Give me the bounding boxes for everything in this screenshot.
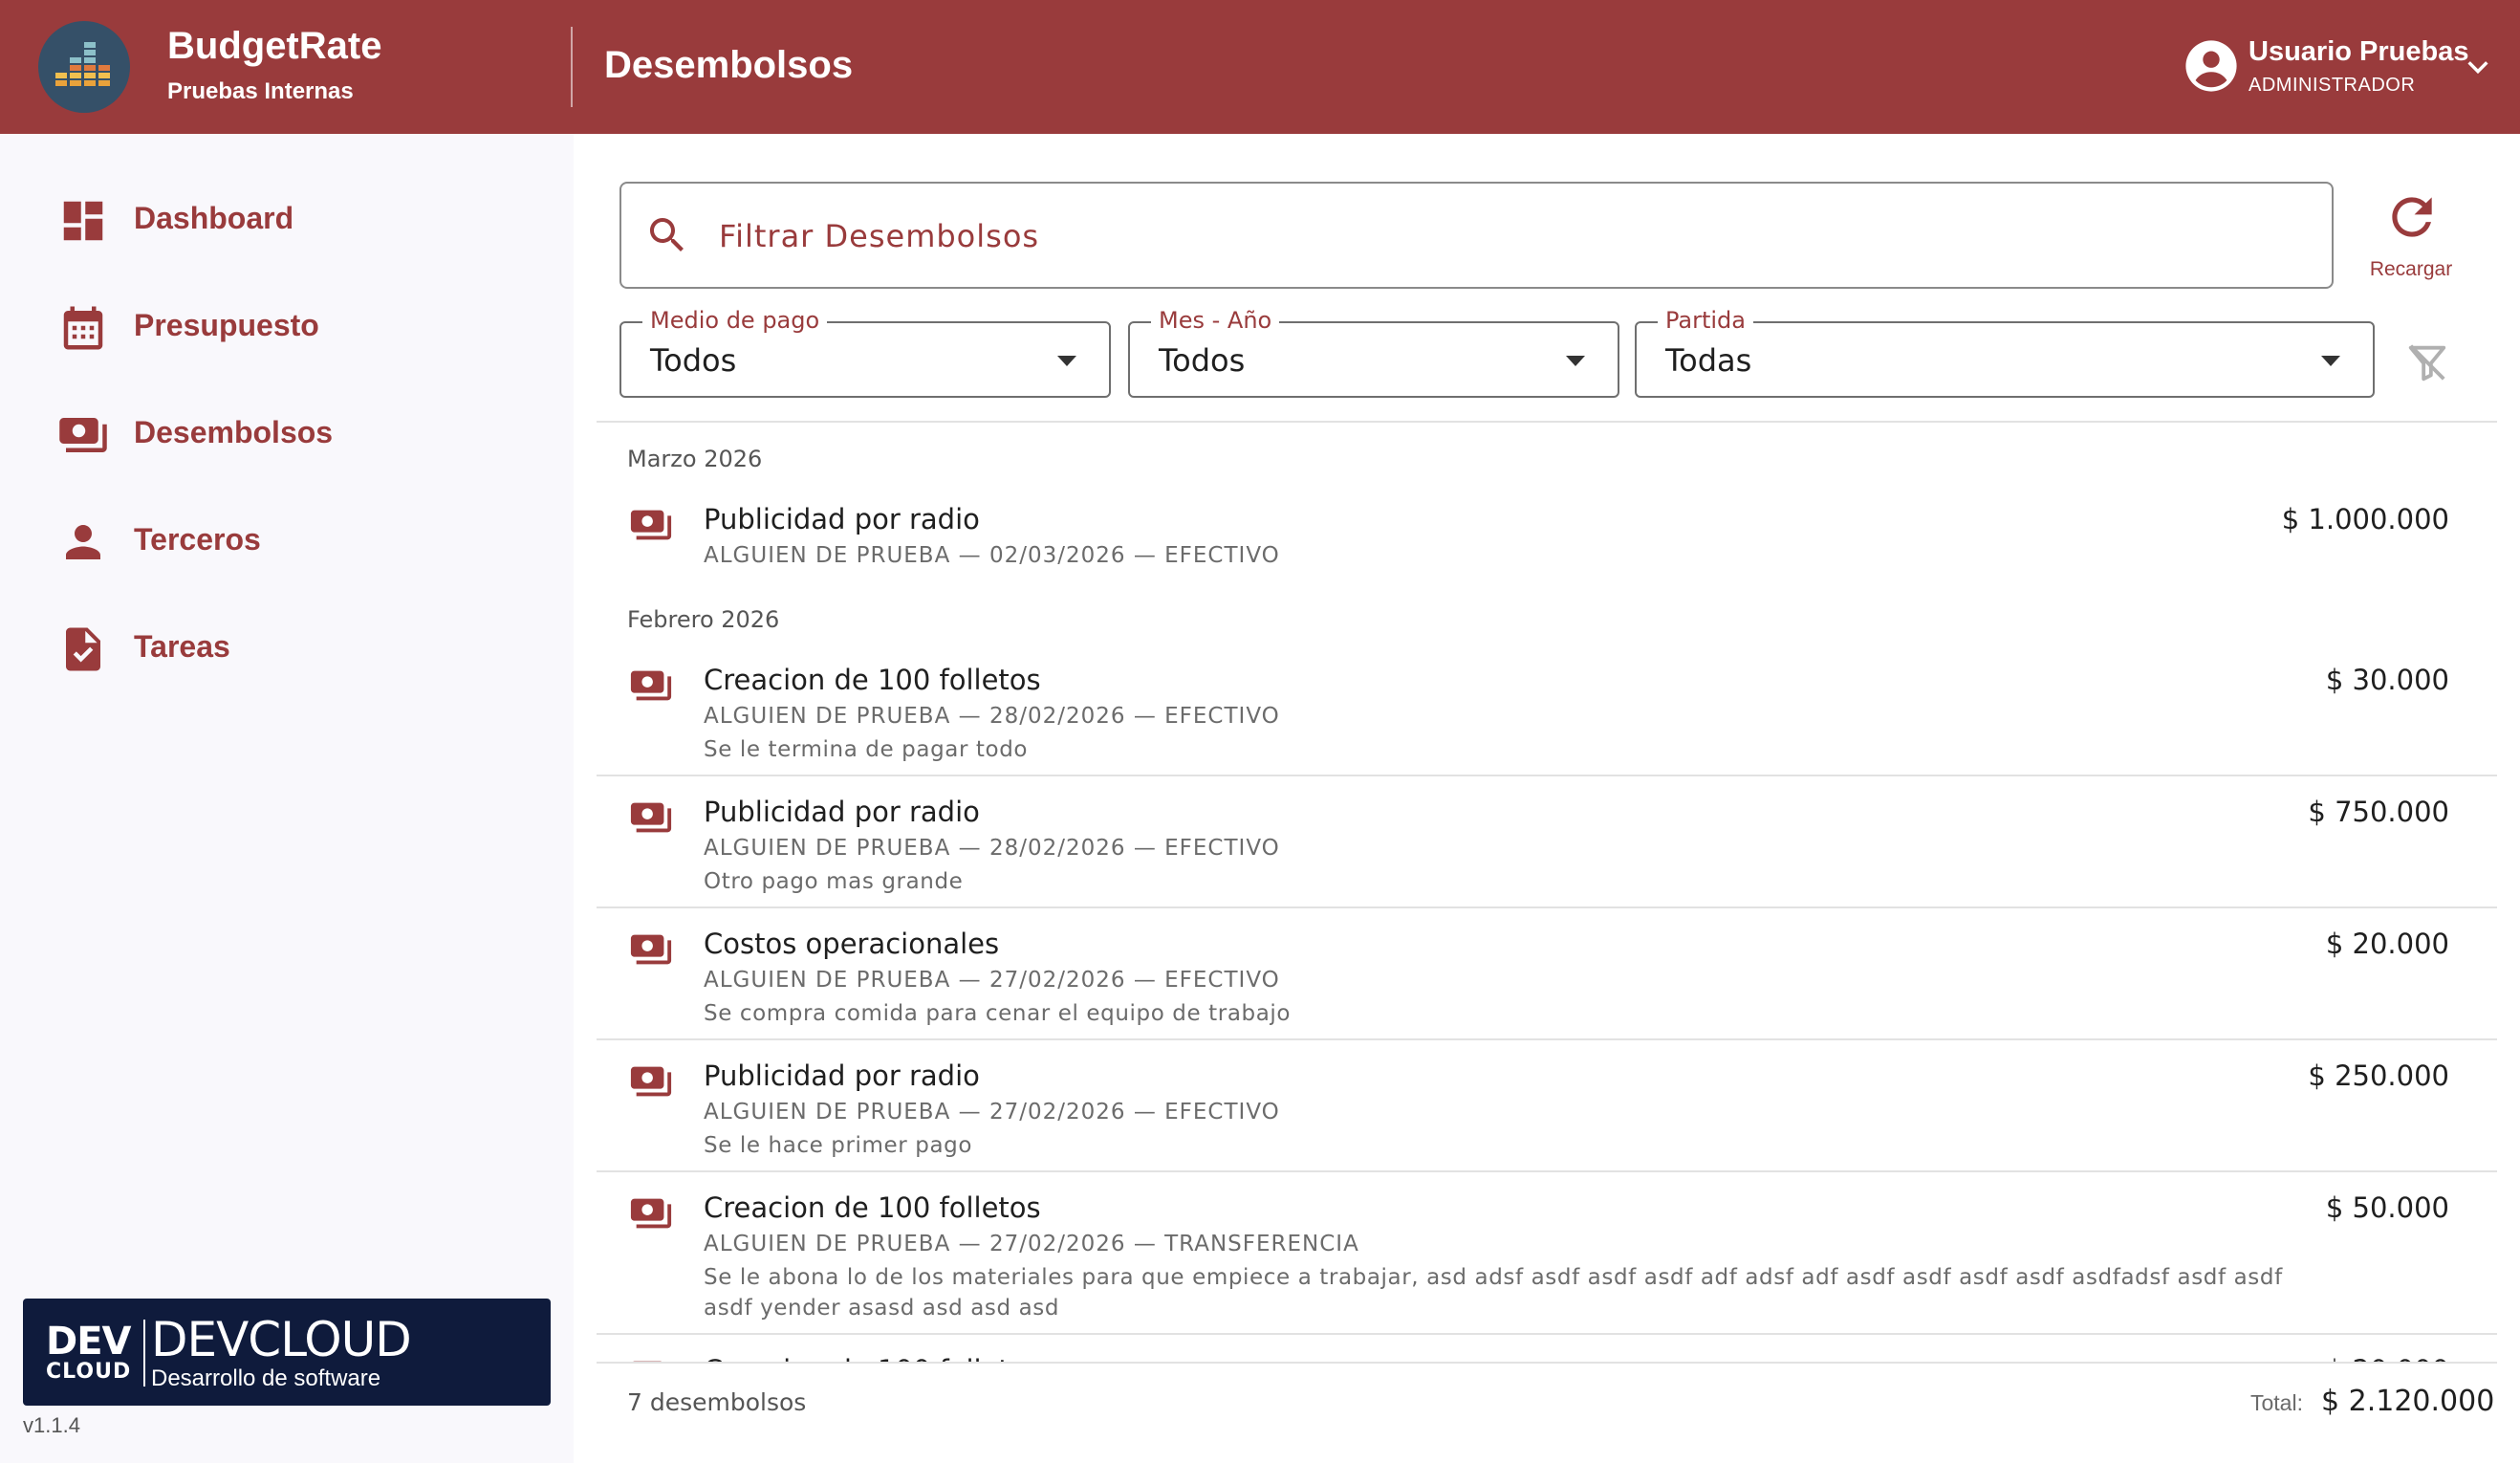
item-meta: ALGUIEN DE PRUEBA — 27/02/2026 — EFECTIV… — [704, 968, 1280, 993]
list-item[interactable]: Publicidad por radio ALGUIEN DE PRUEBA —… — [597, 776, 2497, 908]
partida-select[interactable]: Partida Todas — [1635, 307, 2375, 398]
item-meta: ALGUIEN DE PRUEBA — 02/03/2026 — EFECTIV… — [704, 543, 1280, 568]
clear-filters-icon[interactable] — [2405, 340, 2449, 384]
refresh-icon — [2392, 197, 2432, 237]
sidebar-item-desembolsos[interactable]: Desembolsos — [38, 390, 535, 470]
page-title: Desembolsos — [604, 44, 854, 86]
calendar-icon — [63, 306, 103, 350]
item-amount: $ 30.000 — [2325, 664, 2449, 696]
devcloud-separator — [143, 1320, 145, 1387]
dropdown-arrow-icon — [1057, 356, 1076, 366]
item-title: Publicidad por radio — [704, 796, 980, 828]
dropdown-arrow-icon — [2321, 356, 2340, 366]
user-menu[interactable]: Usuario Pruebas ADMINISTRADOR — [2183, 34, 2499, 101]
item-meta: ALGUIEN DE PRUEBA — 28/02/2026 — EFECTIV… — [704, 836, 1280, 861]
person-icon — [66, 525, 100, 559]
select-label: Mes - Año — [1151, 307, 1280, 334]
devcloud-mark-top: DEV — [46, 1320, 131, 1364]
month-header: Febrero 2026 — [627, 606, 780, 633]
total-value: $ 2.120.000 — [2321, 1385, 2495, 1418]
item-meta: ALGUIEN DE PRUEBA — 27/02/2026 — EFECTIV… — [704, 1100, 1280, 1125]
payments-icon — [633, 1361, 663, 1362]
month-year-select[interactable]: Mes - Año Todos — [1128, 307, 1619, 398]
user-name: Usuario Pruebas — [2248, 36, 2469, 67]
search-input[interactable] — [719, 210, 2296, 262]
payments-icon — [630, 670, 672, 701]
select-label: Medio de pago — [642, 307, 828, 334]
sidebar-item-tareas[interactable]: Tareas — [38, 604, 535, 685]
devcloud-tagline: Desarrollo de software — [151, 1365, 381, 1391]
app-name: BudgetRate — [167, 25, 382, 67]
item-title: Publicidad por radio — [704, 503, 980, 535]
sidebar-item-label: Desembolsos — [134, 415, 334, 449]
sidebar-item-terceros[interactable]: Terceros — [38, 497, 535, 578]
bar-equalizer-logo-icon — [38, 21, 130, 113]
payments-icon — [630, 1066, 672, 1097]
item-note: Se le hace primer pago — [704, 1133, 973, 1158]
select-value: Todas — [1665, 342, 1752, 379]
devcloud-name: DEVCLOUD — [151, 1312, 412, 1367]
item-amount: $ 50.000 — [2325, 1191, 2449, 1224]
payments-icon — [630, 934, 672, 965]
item-title: Costos operacionales — [704, 928, 1000, 960]
item-title: Creacion de 100 folletos — [704, 664, 1041, 696]
list-item[interactable]: Creacion de 100 folletos $ 20.000 — [597, 1335, 2497, 1362]
payments-icon — [630, 802, 672, 833]
list-item[interactable]: Publicidad por radio ALGUIEN DE PRUEBA —… — [597, 1040, 2497, 1172]
item-title: Creacion de 100 folletos — [704, 1191, 1041, 1224]
app-version: v1.1.4 — [23, 1413, 80, 1437]
payments-icon — [630, 1198, 672, 1229]
dashboard-icon — [63, 201, 103, 241]
sidebar-item-presupuesto[interactable]: Presupuesto — [38, 283, 535, 363]
sidebar-item-label: Terceros — [134, 522, 261, 557]
devcloud-mark-bottom: CLOUD — [46, 1360, 132, 1384]
select-label: Partida — [1658, 307, 1753, 334]
search-field[interactable] — [619, 182, 2334, 289]
sidebar: Dashboard Presupuesto Desembolsos Tercer… — [0, 134, 574, 1463]
list-item[interactable]: Creacion de 100 folletos ALGUIEN DE PRUE… — [597, 644, 2497, 776]
item-note: Otro pago mas grande — [704, 869, 964, 894]
select-value: Todos — [1159, 342, 1246, 379]
item-amount: $ 20.000 — [2326, 1354, 2449, 1362]
item-amount: $ 20.000 — [2325, 928, 2449, 960]
item-title: Publicidad por radio — [704, 1059, 980, 1092]
list-item[interactable]: Costos operacionales ALGUIEN DE PRUEBA —… — [597, 908, 2497, 1040]
sidebar-item-label: Dashboard — [134, 201, 294, 235]
footer-divider — [597, 1362, 2497, 1364]
item-note: Se le abona lo de los materiales para qu… — [704, 1265, 2283, 1321]
task-icon — [66, 627, 100, 671]
sidebar-item-dashboard[interactable]: Dashboard — [38, 176, 535, 256]
search-icon — [650, 218, 684, 251]
select-value: Todos — [650, 342, 737, 379]
payments-icon — [59, 418, 107, 452]
reload-button[interactable]: Recargar — [2361, 187, 2461, 293]
chevron-down-icon[interactable] — [2463, 52, 2493, 82]
app-subtitle: Pruebas Internas — [167, 78, 354, 104]
item-note: Se le termina de pagar todo — [704, 737, 1029, 762]
item-meta: ALGUIEN DE PRUEBA — 28/02/2026 — EFECTIV… — [704, 704, 1280, 729]
header-divider — [571, 27, 573, 107]
dropdown-arrow-icon — [1566, 356, 1585, 366]
item-meta: ALGUIEN DE PRUEBA — 27/02/2026 — TRANSFE… — [704, 1232, 1359, 1256]
month-header: Marzo 2026 — [627, 446, 763, 472]
item-count: 7 desembolsos — [627, 1388, 807, 1416]
reload-label: Recargar — [2369, 258, 2453, 280]
sidebar-item-label: Tareas — [134, 629, 230, 664]
list-item[interactable]: Creacion de 100 folletos ALGUIEN DE PRUE… — [597, 1172, 2497, 1335]
user-role: ADMINISTRADOR — [2248, 75, 2416, 96]
app-header: BudgetRate Pruebas Internas Desembolsos … — [0, 0, 2520, 134]
item-amount: $ 250.000 — [2308, 1059, 2449, 1092]
list-item[interactable]: Publicidad por radio ALGUIEN DE PRUEBA —… — [597, 484, 2497, 583]
account-circle-icon — [2185, 40, 2237, 92]
total-label: Total: — [2250, 1390, 2303, 1415]
disbursement-list: Marzo 2026 Publicidad por radio ALGUIEN … — [597, 423, 2497, 1362]
payment-method-select[interactable]: Medio de pago Todos — [619, 307, 1111, 398]
item-title: Creacion de 100 folletos — [704, 1354, 1041, 1362]
item-amount: $ 1.000.000 — [2281, 503, 2449, 535]
devcloud-logo: DEV CLOUD DEVCLOUD Desarrollo de softwar… — [23, 1299, 551, 1406]
item-note: Se compra comida para cenar el equipo de… — [704, 1001, 1292, 1026]
payments-icon — [630, 510, 672, 540]
item-amount: $ 750.000 — [2308, 796, 2449, 828]
sidebar-item-label: Presupuesto — [134, 308, 319, 342]
